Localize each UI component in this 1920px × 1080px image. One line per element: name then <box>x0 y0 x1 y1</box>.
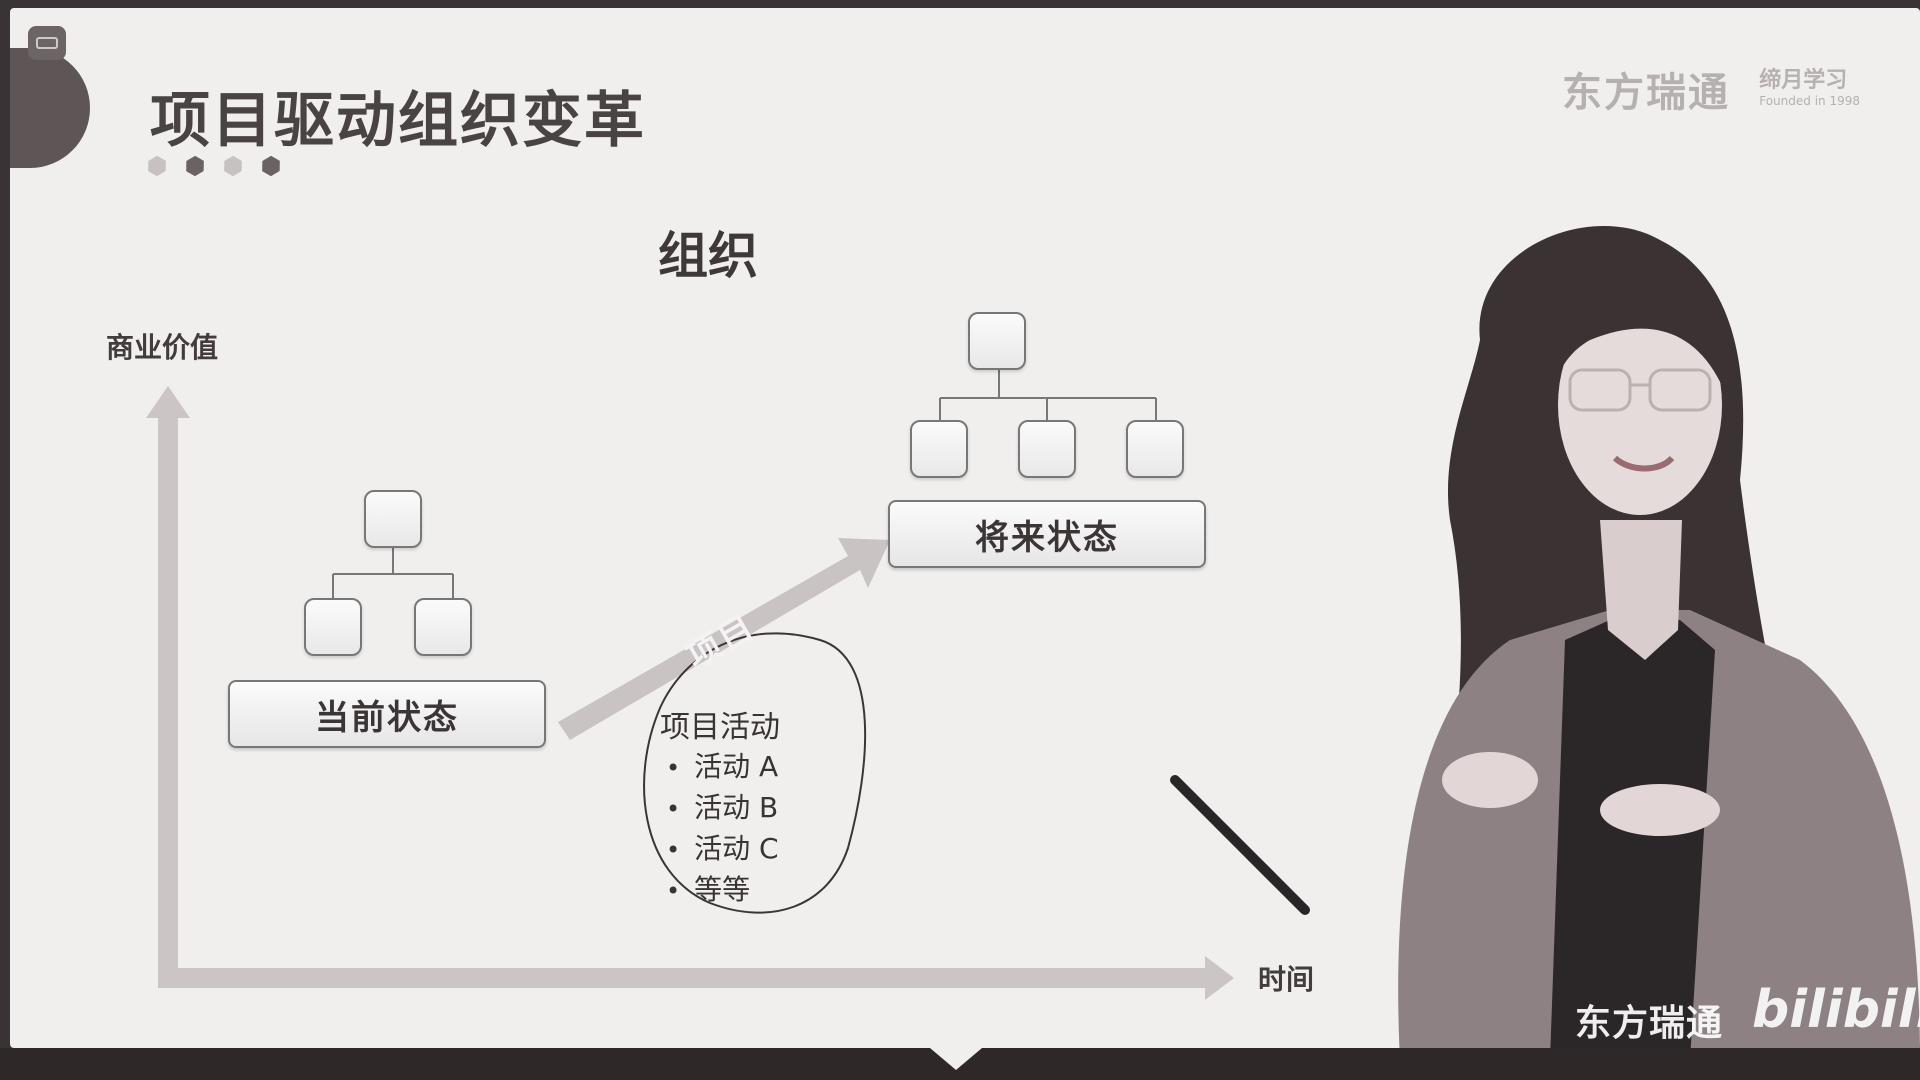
future-org-chart <box>939 370 1157 420</box>
list-item: 活动 A <box>666 747 780 788</box>
video-frame: 项目驱动组织变革 东方瑞通 缔月学习 Founded in 1998 组织 商业… <box>0 0 1920 1080</box>
platform-logo: bilibili <box>1752 980 1920 1040</box>
y-axis-arrow <box>146 386 190 978</box>
list-item: 活动 C <box>666 829 780 870</box>
activities-list: 活动 A 活动 B 活动 C 等等 <box>660 747 780 911</box>
project-activities: 项目活动 活动 A 活动 B 活动 C 等等 <box>660 708 780 911</box>
org-node <box>1018 420 1076 478</box>
org-node <box>910 420 968 478</box>
org-node <box>414 598 472 656</box>
channel-watermark: 东方瑞通 <box>1575 1003 1724 1044</box>
future-state-box: 将来状态 <box>888 500 1206 568</box>
bottom-notch <box>930 1048 982 1070</box>
current-org-chart <box>332 548 454 598</box>
org-node <box>304 598 362 656</box>
presenter-figure <box>1398 226 1920 1060</box>
org-node <box>968 312 1026 370</box>
x-axis-label: 时间 <box>1258 963 1315 996</box>
org-node <box>364 490 422 548</box>
list-item: 等等 <box>666 870 780 911</box>
activities-heading: 项目活动 <box>660 710 780 745</box>
org-node <box>1126 420 1184 478</box>
pen-icon <box>1170 775 1310 915</box>
current-state-box: 当前状态 <box>228 680 546 748</box>
list-item: 活动 B <box>666 788 780 829</box>
x-axis-arrow <box>158 956 1234 1000</box>
